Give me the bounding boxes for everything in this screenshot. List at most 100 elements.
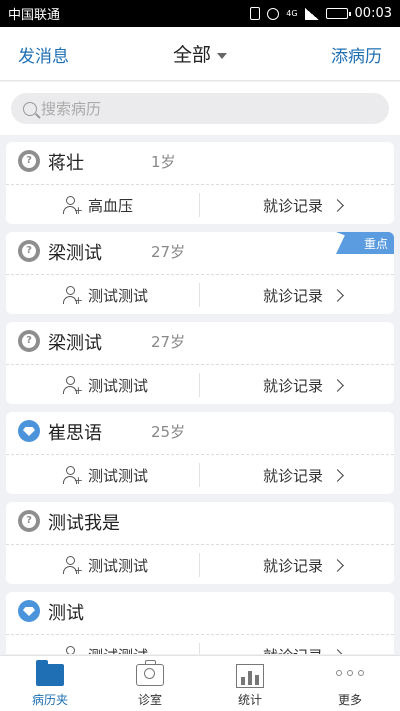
visit-record-button[interactable]: 就诊记录 [262,283,344,307]
chevron-right-icon [331,288,344,302]
question-avatar-icon: ? [18,330,40,352]
chevron-right-icon [331,378,344,392]
patient-card-actions: + 测试测试 就诊记录 [6,545,394,584]
chevron-right-icon [331,648,344,654]
clinic-icon [136,660,164,686]
top-nav-bar: 发消息 全部 添病历 [0,27,400,81]
tab-stats-label: 统计 [237,693,262,707]
patient-card[interactable]: ? 梁测试 27岁 + 测试测试 就诊记录 [6,322,394,404]
diagnosis-button[interactable]: + 测试测试 [62,283,148,307]
alarm-icon [267,7,280,20]
signal-icon [304,7,319,20]
visit-record-label: 就诊记录 [262,556,323,575]
tab-clinic[interactable]: 诊室 [100,656,200,711]
tab-stats[interactable]: 统计 [200,656,300,711]
diagnosis-label: 测试测试 [88,466,149,485]
tab-clinic-label: 诊室 [137,693,162,707]
visit-record-button[interactable]: 就诊记录 [262,463,344,487]
diagnosis-button[interactable]: + 测试测试 [62,553,148,577]
diagnosis-label: 测试测试 [88,376,149,395]
battery-icon [325,8,351,19]
bottom-tab-bar: 病历夹 诊室 统计 更多 [0,655,400,711]
patient-card-actions: + 测试测试 就诊记录 [6,455,394,494]
patient-age: 25岁 [151,423,186,441]
patient-name: 测试我是 [48,513,120,534]
patient-card[interactable]: ? 测试我是 + 测试测试 就诊记录 [6,502,394,584]
diagnosis-label: 高血压 [88,196,134,215]
status-icons: 4G 00:03 [250,6,392,21]
question-avatar-icon: ? [18,240,40,262]
diagnosis-button[interactable]: + 测试测试 [62,373,148,397]
search-placeholder: 搜索病历 [41,100,102,118]
vertical-divider [199,463,200,487]
diagnosis-button[interactable]: + 测试测试 [62,463,148,487]
patient-name: 蒋壮 [48,153,84,174]
search-bar: 搜索病历 [0,82,400,135]
patient-card-header[interactable]: 崔思语 25岁 [6,412,394,452]
visit-record-label: 就诊记录 [263,645,323,655]
visit-record-label: 就诊记录 [262,376,323,395]
visit-record-label: 就诊记录 [262,196,323,215]
visit-record-button[interactable]: 就诊记录 [262,193,344,217]
visit-record-button[interactable]: 就诊记录 [262,373,344,397]
network-type-label: 4G [286,8,298,18]
patient-card[interactable]: 崔思语 25岁 + 测试测试 就诊记录 [6,412,394,494]
patient-list[interactable]: ? 蒋壮 1岁 + 高血压 就诊记录 ? 梁测试 27岁 重点 + 测试测试 就… [0,142,400,654]
person-add-icon: + [62,465,83,486]
folder-icon [36,660,64,686]
patient-age: 1岁 [151,153,176,171]
patient-card[interactable]: ? 蒋壮 1岁 + 高血压 就诊记录 [6,142,394,224]
patient-age: 27岁 [151,243,186,261]
diagnosis-button[interactable]: + 测试测试 [62,643,148,654]
patient-card-actions: + 测试测试 就诊记录 [6,365,394,404]
vertical-divider [199,553,200,577]
vertical-divider [199,373,200,397]
patient-card-header[interactable]: ? 测试我是 [6,502,394,542]
diagnosis-button[interactable]: + 高血压 [62,193,133,217]
search-icon [23,101,37,116]
visit-record-label: 就诊记录 [262,286,323,305]
person-add-icon: + [62,375,83,396]
patient-card-actions: + 测试测试 就诊记录 [6,275,394,314]
vibrate-icon [250,7,261,20]
tab-records[interactable]: 病历夹 [0,656,100,711]
vertical-divider [199,193,200,217]
vertical-divider [199,643,200,654]
patient-name: 测试 [48,603,84,624]
visit-record-label: 就诊记录 [262,466,323,485]
more-icon [336,670,364,680]
chevron-right-icon [331,558,344,572]
diagnosis-label: 测试测试 [88,286,149,305]
search-input[interactable]: 搜索病历 [11,93,389,124]
question-avatar-icon: ? [18,150,40,172]
visit-record-button[interactable]: 就诊记录 [263,643,344,655]
patient-card[interactable]: ? 梁测试 27岁 重点 + 测试测试 就诊记录 [6,232,394,314]
patient-card-actions: + 高血压 就诊记录 [6,185,394,224]
patient-card-header[interactable]: 测试 [6,592,394,632]
patient-card-header[interactable]: ? 梁测试 27岁 [6,322,394,362]
person-add-icon: + [62,645,80,654]
tab-more[interactable]: 更多 [300,656,400,711]
clock-label: 00:03 [354,6,392,21]
patient-card[interactable]: 测试 + 测试测试 就诊记录 [6,592,394,654]
patient-card-header[interactable]: ? 蒋壮 1岁 [6,142,394,182]
person-add-icon: + [62,555,83,576]
patient-card-actions: + 测试测试 就诊记录 [6,635,394,654]
add-record-button[interactable]: 添病历 [331,42,382,67]
filter-dropdown-label: 全部 [172,44,211,66]
patient-name: 崔思语 [48,423,102,444]
diagnosis-label: 测试测试 [88,645,148,655]
caret-down-icon [217,52,227,59]
diamond-avatar-icon [18,420,40,442]
key-patient-badge-label: 重点 [363,237,388,251]
diagnosis-label: 测试测试 [88,556,149,575]
status-bar: 中国联通 4G 00:03 [0,0,400,27]
chart-icon [236,664,264,688]
tab-more-label: 更多 [337,693,362,707]
tab-records-label: 病历夹 [31,693,68,707]
patient-name: 梁测试 [48,243,102,264]
visit-record-button[interactable]: 就诊记录 [262,553,344,577]
patient-age: 27岁 [151,333,186,351]
question-avatar-icon: ? [18,510,40,532]
chevron-right-icon [331,198,344,212]
